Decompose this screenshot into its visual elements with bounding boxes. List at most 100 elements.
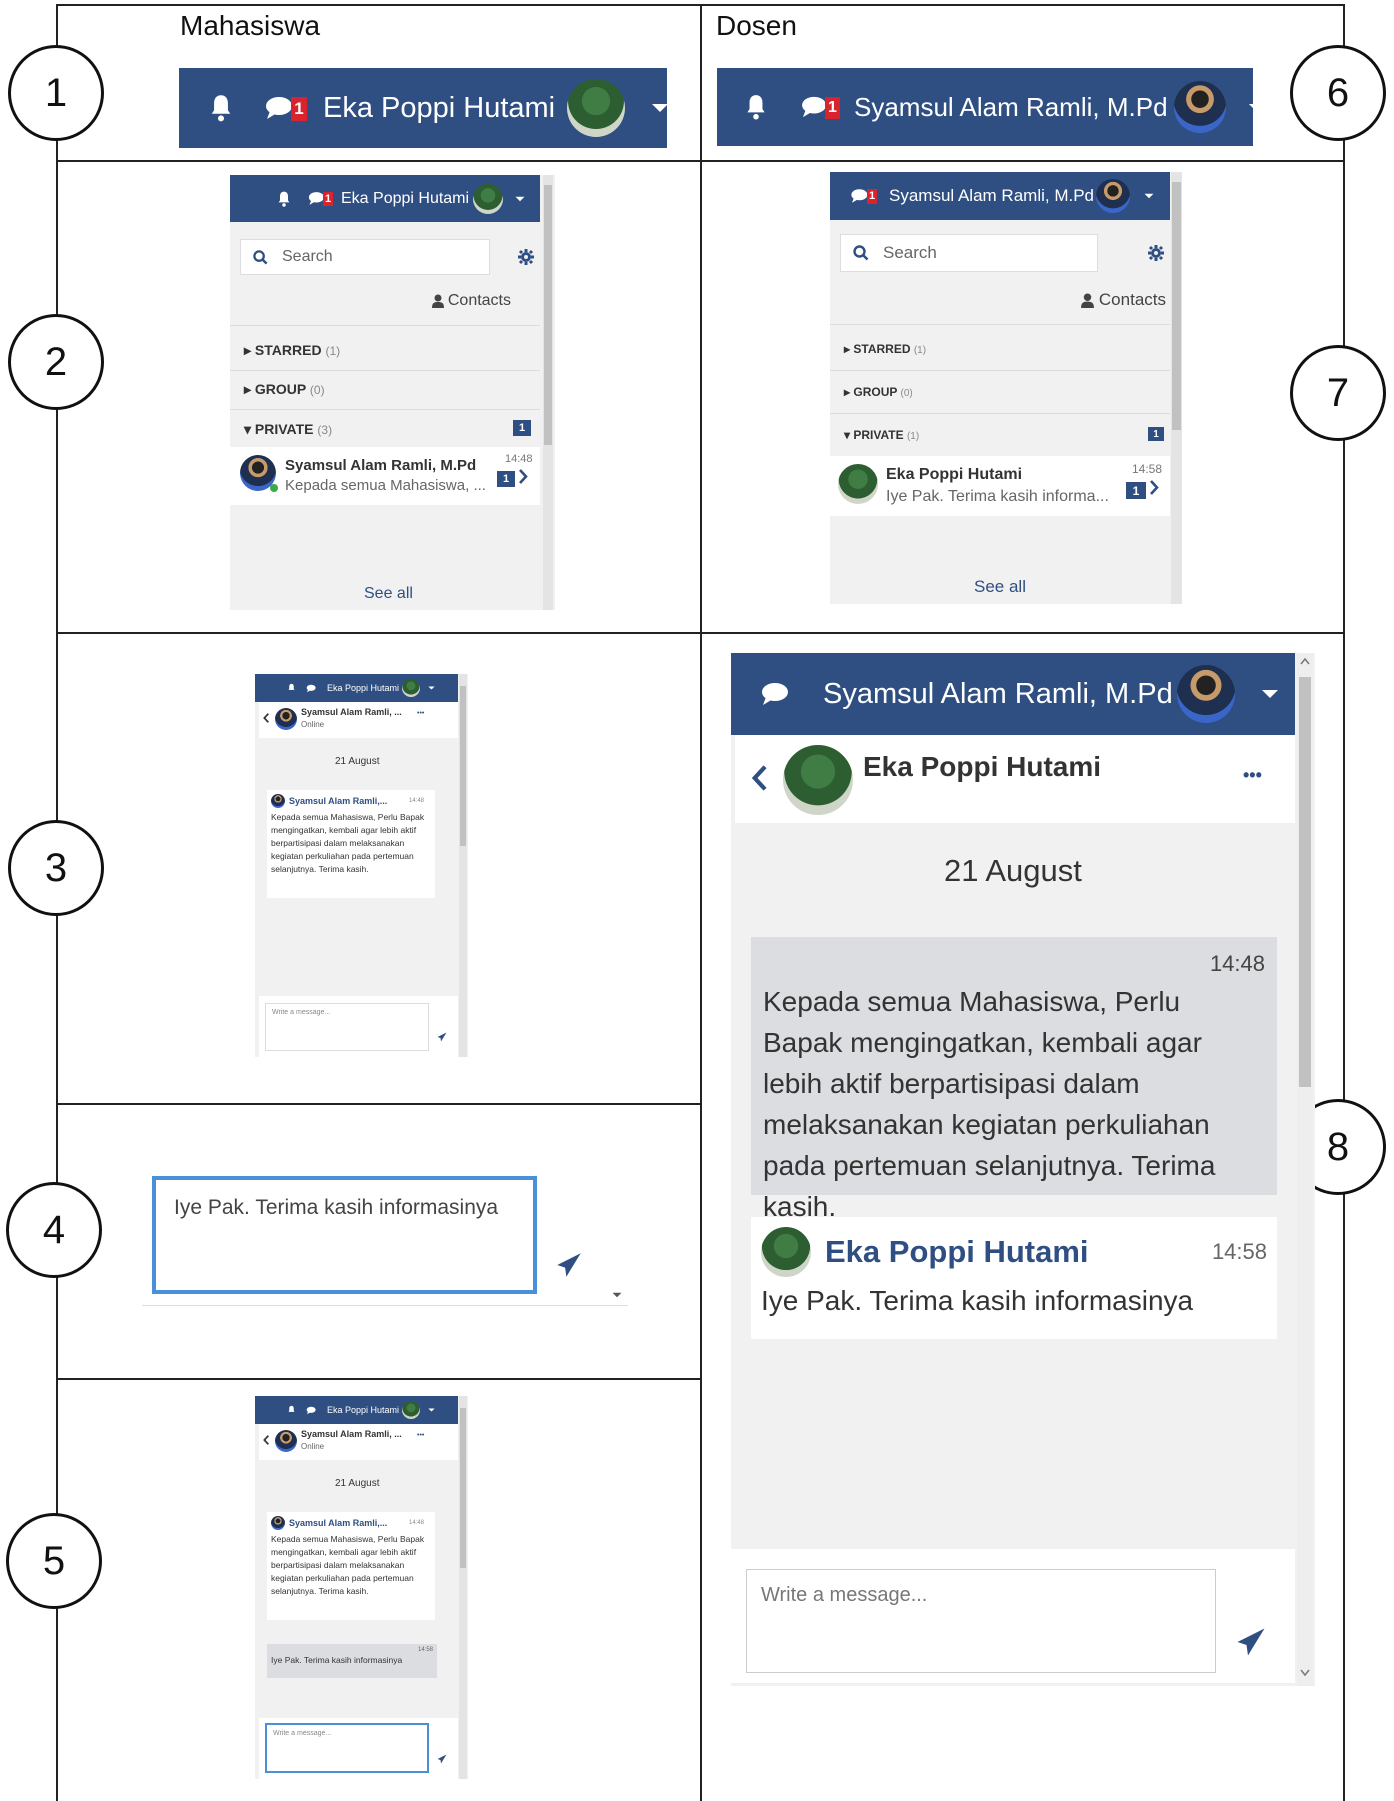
section-group[interactable]: ▸ GROUP (0) xyxy=(244,381,325,398)
section-private[interactable]: ▾ PRIVATE (3) xyxy=(244,421,332,438)
unread-badge: 1 xyxy=(513,420,531,436)
send-icon[interactable] xyxy=(556,1252,582,1278)
send-icon[interactable] xyxy=(437,1032,447,1042)
message-bubble: Syamsul Alam Ramli,... 14:48 Kepada semu… xyxy=(267,790,435,898)
section-starred[interactable]: ▸ STARRED (1) xyxy=(844,342,926,356)
bell-icon[interactable] xyxy=(287,683,296,693)
avatar xyxy=(761,1227,811,1277)
chevron-down-icon[interactable] xyxy=(651,103,669,113)
table-border-top xyxy=(56,4,1345,6)
user-name[interactable]: Eka Poppi Hutami xyxy=(341,190,469,208)
scrollbar-thumb[interactable] xyxy=(460,1408,466,1568)
conversation-item[interactable]: Syamsul Alam Ramli, M.Pd 14:48 Kepada se… xyxy=(230,447,540,505)
chevron-down-icon[interactable] xyxy=(515,196,525,202)
user-name[interactable]: Syamsul Alam Ramli, M.Pd xyxy=(854,92,1168,123)
column-header-student: Mahasiswa xyxy=(180,10,321,41)
step-number-5: 5 xyxy=(6,1513,102,1609)
unread-badge: 1 xyxy=(1148,427,1164,441)
scrollbar-thumb[interactable] xyxy=(1172,182,1181,430)
see-all-link[interactable]: See all xyxy=(974,577,1026,597)
message-input[interactable]: Write a message... xyxy=(265,1723,429,1773)
caret-down-icon: ▾ xyxy=(244,421,252,437)
more-options-icon[interactable]: ••• xyxy=(417,1432,424,1439)
avatar[interactable] xyxy=(1096,179,1130,213)
message-count-badge: 1 xyxy=(323,191,333,206)
message-input[interactable]: Write a message... xyxy=(265,1003,429,1051)
chevron-down-icon[interactable] xyxy=(1248,103,1264,112)
conversation-name: Syamsul Alam Ramli, M.Pd xyxy=(285,457,477,474)
caret-right-icon: ▸ xyxy=(244,342,252,358)
avatar[interactable] xyxy=(1173,81,1226,133)
caret-down-icon: ▾ xyxy=(844,428,851,442)
scroll-up-arrow-icon[interactable] xyxy=(1300,657,1310,665)
user-name[interactable]: Syamsul Alam Ramli, M.Pd xyxy=(889,186,1094,206)
user-name[interactable]: Eka Poppi Hutami xyxy=(327,1405,399,1415)
bell-icon[interactable] xyxy=(743,93,769,121)
more-options-icon[interactable]: ••• xyxy=(417,710,424,717)
gear-icon[interactable] xyxy=(518,249,534,265)
section-group[interactable]: ▸ GROUP (0) xyxy=(844,385,913,399)
send-icon[interactable] xyxy=(1236,1627,1266,1657)
chat-icon[interactable] xyxy=(306,684,317,693)
gear-icon[interactable] xyxy=(1148,245,1164,261)
chat-icon[interactable]: 1 xyxy=(308,191,333,206)
sender-name: Syamsul Alam Ramli,... xyxy=(289,1518,388,1528)
contact-name: Eka Poppi Hutami xyxy=(863,751,1102,782)
step-number-7: 7 xyxy=(1290,345,1386,441)
message-count-badge: 1 xyxy=(867,188,877,204)
back-chevron-icon[interactable] xyxy=(751,765,767,791)
user-name[interactable]: Eka Poppi Hutami xyxy=(323,92,555,125)
search-input[interactable]: Search xyxy=(840,234,1098,272)
contacts-link[interactable]: Contacts xyxy=(1080,290,1166,310)
chat-icon[interactable]: 1 xyxy=(801,95,840,119)
conversation-preview: Iye Pak. Terima kasih informa... xyxy=(886,488,1109,505)
caret-right-icon: ▸ xyxy=(844,385,851,399)
contacts-link[interactable]: Contacts xyxy=(431,292,511,310)
bell-icon[interactable] xyxy=(276,190,292,208)
scroll-down-arrow-icon[interactable] xyxy=(1300,1669,1310,1677)
bell-icon[interactable] xyxy=(207,93,235,123)
compose-area-zoomed: Iye Pak. Terima kasih informasinya xyxy=(142,1156,628,1306)
search-placeholder: Search xyxy=(282,248,333,265)
compose-area: Write a message... xyxy=(731,1549,1295,1683)
chat-icon[interactable] xyxy=(306,1406,317,1415)
see-all-link[interactable]: See all xyxy=(364,585,413,603)
search-input[interactable]: Search xyxy=(240,239,490,275)
back-chevron-icon[interactable] xyxy=(263,713,269,723)
user-icon xyxy=(431,294,444,308)
avatar[interactable] xyxy=(402,679,421,697)
section-starred[interactable]: ▸ STARRED (1) xyxy=(244,342,340,359)
section-private[interactable]: ▾ PRIVATE (1) xyxy=(844,428,919,442)
lecturer-navbar: 1 Syamsul Alam Ramli, M.Pd xyxy=(717,68,1263,146)
student-message-drawer: 1 Eka Poppi Hutami Search Contacts ▸ STA… xyxy=(230,175,555,610)
chevron-down-icon[interactable] xyxy=(428,686,435,690)
scroll-down-arrow-icon[interactable] xyxy=(612,1292,622,1298)
bell-icon[interactable] xyxy=(287,1405,296,1415)
user-name[interactable]: Eka Poppi Hutami xyxy=(327,683,399,693)
user-name[interactable]: Syamsul Alam Ramli, M.Pd xyxy=(823,678,1173,711)
chat-icon[interactable]: 1 xyxy=(265,95,307,121)
avatar[interactable] xyxy=(1176,665,1235,723)
message-time: 14:48 xyxy=(409,1520,425,1526)
avatar xyxy=(783,745,853,815)
scrollbar-thumb[interactable] xyxy=(460,686,466,846)
scrollbar-thumb[interactable] xyxy=(1299,677,1311,1087)
scrollbar-thumb[interactable] xyxy=(544,185,552,445)
avatar[interactable] xyxy=(402,1401,421,1419)
chat-icon[interactable] xyxy=(761,681,791,707)
more-options-icon[interactable]: ••• xyxy=(1243,765,1262,786)
send-icon[interactable] xyxy=(437,1754,447,1764)
conversation-item[interactable]: Eka Poppi Hutami 14:58 Iye Pak. Terima k… xyxy=(830,456,1170,516)
message-input[interactable]: Iye Pak. Terima kasih informasinya xyxy=(152,1176,537,1294)
avatar xyxy=(271,1516,285,1530)
message-time: 14:58 xyxy=(1211,1239,1267,1264)
message-input[interactable]: Write a message... xyxy=(746,1569,1216,1673)
avatar[interactable] xyxy=(567,79,626,137)
chevron-down-icon[interactable] xyxy=(1144,193,1154,199)
avatar[interactable] xyxy=(473,183,504,214)
back-chevron-icon[interactable] xyxy=(263,1435,269,1445)
contact-name: Syamsul Alam Ramli, ... xyxy=(301,1429,402,1439)
chevron-down-icon[interactable] xyxy=(1261,689,1279,699)
chat-icon[interactable]: 1 xyxy=(850,188,877,204)
chevron-down-icon[interactable] xyxy=(428,1408,435,1412)
